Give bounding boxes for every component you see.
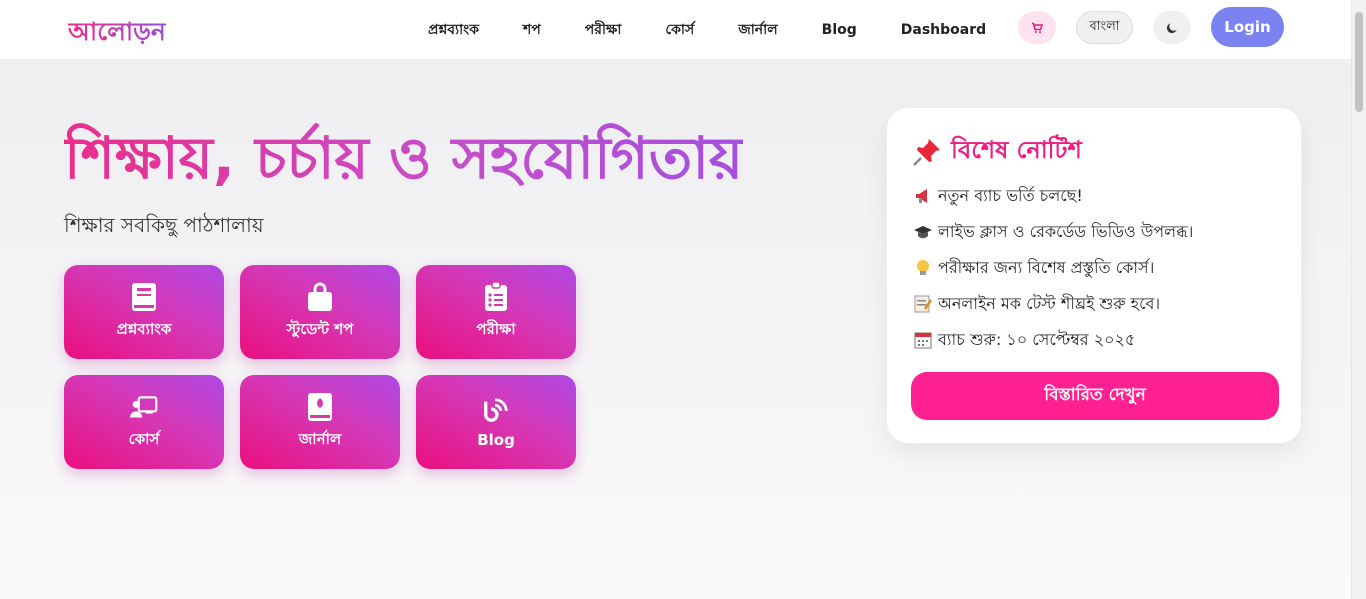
tile-journal[interactable]: জার্নাল (240, 375, 400, 469)
hero-subtitle: শিক্ষার সবকিছু পাঠশালায় (64, 213, 264, 237)
notice-header: বিশেষ নোটিশ (911, 132, 1082, 172)
hero-section: শিক্ষায়, চর্চায় ও সহযোগিতায় শিক্ষার স… (0, 59, 1351, 599)
memo-icon (912, 294, 934, 314)
tile-label: কোর্স (128, 429, 160, 448)
notice-item-text: ব্যাচ শুরু: ১০ সেপ্টেম্বর ২০২৫ (938, 329, 1136, 349)
pushpin-icon (913, 139, 940, 166)
blog-icon (482, 395, 510, 425)
nav-links: প্রশ্নব্যাংক শপ পরীক্ষা কোর্স জার্নাল Bl… (406, 0, 1008, 59)
megaphone-icon (912, 186, 934, 206)
journal-icon (306, 392, 334, 422)
list-item: পরীক্ষার জন্য বিশেষ প্রস্তুতি কোর্স। (912, 250, 1193, 286)
nav-link-blog[interactable]: Blog (800, 22, 879, 38)
list-item: নতুন ব্যাচ ভর্তি চলছে! (912, 178, 1193, 214)
notice-item-text: অনলাইন মক টেস্ট শীঘ্রই শুরু হবে। (938, 293, 1161, 313)
cart-icon (1032, 22, 1043, 33)
list-item: অনলাইন মক টেস্ট শীঘ্রই শুরু হবে। (912, 286, 1193, 322)
tile-exam[interactable]: পরীক্ষা (416, 265, 576, 359)
notice-card: বিশেষ নোটিশ নতুন ব্যাচ ভর্তি চলছে! লাইভ … (886, 107, 1302, 444)
nav-link-question-bank[interactable]: প্রশ্নব্যাংক (406, 18, 501, 42)
hero-title: শিক্ষায়, চর্চায় ও সহযোগিতায় (64, 124, 744, 192)
nav-link-dashboard[interactable]: Dashboard (879, 22, 1008, 38)
list-item: ব্যাচ শুরু: ১০ সেপ্টেম্বর ২০২৫ (912, 322, 1193, 358)
theme-toggle-button[interactable] (1153, 11, 1191, 44)
nav-link-shop[interactable]: শপ (501, 18, 563, 42)
chalkboard-teacher-icon (130, 392, 158, 422)
notice-list: নতুন ব্যাচ ভর্তি চলছে! লাইভ ক্লাস ও রেকর… (912, 178, 1193, 358)
nav-link-course[interactable]: কোর্স (643, 18, 716, 42)
notice-item-text: লাইভ ক্লাস ও রেকর্ডেড ভিডিও উপলব্ধ। (938, 221, 1194, 241)
brand-logo[interactable]: আলোড়ন (68, 12, 166, 55)
cart-button[interactable] (1018, 11, 1056, 44)
shopping-bag-icon (306, 282, 334, 312)
tile-label: স্টুডেন্ট শপ (286, 319, 354, 338)
graduation-cap-icon (912, 222, 934, 242)
clipboard-list-icon (482, 281, 510, 312)
tile-question-bank[interactable]: প্রশ্নব্যাংক (64, 265, 224, 359)
login-button[interactable]: Login (1211, 7, 1284, 47)
moon-icon (1166, 22, 1177, 33)
scrollbar[interactable] (1351, 0, 1366, 599)
details-button[interactable]: বিস্তারিত দেখুন (911, 372, 1279, 420)
nav-link-exam[interactable]: পরীক্ষা (563, 18, 644, 42)
scrollbar-thumb[interactable] (1355, 12, 1363, 112)
calendar-icon (912, 330, 934, 350)
lightbulb-icon (912, 258, 934, 278)
notice-item-text: নতুন ব্যাচ ভর্তি চলছে! (938, 185, 1083, 205)
notice-title: বিশেষ নোটিশ (951, 136, 1082, 164)
nav-link-journal[interactable]: জার্নাল (716, 18, 799, 42)
tile-label: প্রশ্নব্যাংক (116, 319, 172, 338)
tile-blog[interactable]: Blog (416, 375, 576, 469)
list-item: লাইভ ক্লাস ও রেকর্ডেড ভিডিও উপলব্ধ। (912, 214, 1193, 250)
notice-item-text: পরীক্ষার জন্য বিশেষ প্রস্তুতি কোর্স। (938, 257, 1155, 277)
tile-label: জার্নাল (298, 429, 342, 448)
language-button[interactable]: বাংলা (1076, 11, 1133, 44)
tile-student-shop[interactable]: স্টুডেন্ট শপ (240, 265, 400, 359)
tile-label: পরীক্ষা (476, 319, 516, 338)
book-icon (130, 282, 158, 312)
navbar: আলোড়ন প্রশ্নব্যাংক শপ পরীক্ষা কোর্স জার… (0, 0, 1351, 59)
tile-label: Blog (477, 431, 515, 449)
tile-course[interactable]: কোর্স (64, 375, 224, 469)
